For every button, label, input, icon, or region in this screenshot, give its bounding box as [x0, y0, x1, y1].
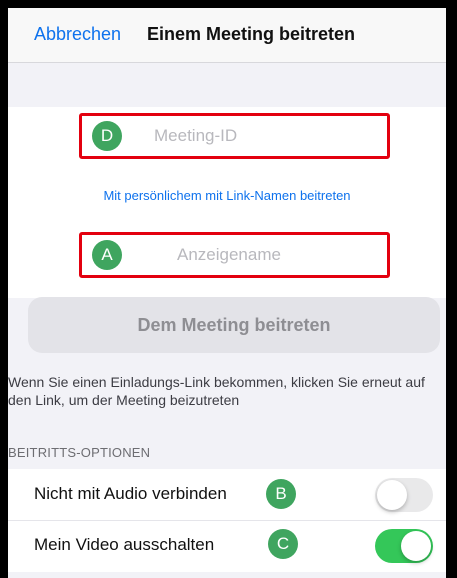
cancel-button[interactable]: Abbrechen: [34, 24, 121, 45]
navigation-bar: Abbrechen Einem Meeting beitreten: [8, 8, 446, 63]
display-name-group: A Anzeigename: [8, 230, 446, 298]
join-with-personal-link-button[interactable]: Mit persönlichem mit Link-Namen beitrete…: [8, 188, 446, 203]
option-label-video: Mein Video ausschalten: [34, 535, 215, 554]
toggle-knob: [401, 531, 431, 561]
display-name-input[interactable]: A Anzeigename: [79, 232, 390, 278]
option-label-audio: Nicht mit Audio verbinden: [34, 484, 227, 503]
meeting-id-group: D Meeting-ID: [8, 107, 446, 231]
page-title: Einem Meeting beitreten: [147, 24, 356, 44]
meeting-id-placeholder: Meeting-ID: [154, 126, 238, 145]
display-name-placeholder: Anzeigename: [177, 245, 281, 264]
join-options-header: BEITRITTS-OPTIONEN: [8, 445, 151, 460]
annotation-badge-a: A: [92, 240, 122, 270]
join-meeting-button[interactable]: Dem Meeting beitreten: [28, 297, 440, 353]
meeting-id-input[interactable]: D Meeting-ID: [79, 113, 390, 159]
annotation-badge-b: B: [266, 479, 296, 509]
option-row-audio: Nicht mit Audio verbinden B: [8, 469, 446, 521]
toggle-knob: [377, 480, 407, 510]
audio-toggle[interactable]: [375, 478, 433, 512]
annotation-badge-c: C: [268, 529, 298, 559]
option-row-video: Mein Video ausschalten C: [8, 521, 446, 572]
annotation-badge-d: D: [92, 121, 122, 151]
invitation-help-text: Wenn Sie einen Einladungs-Link bekommen,…: [8, 374, 425, 408]
join-meeting-screen: Abbrechen Einem Meeting beitreten D Meet…: [8, 8, 446, 578]
video-toggle[interactable]: [375, 529, 433, 563]
